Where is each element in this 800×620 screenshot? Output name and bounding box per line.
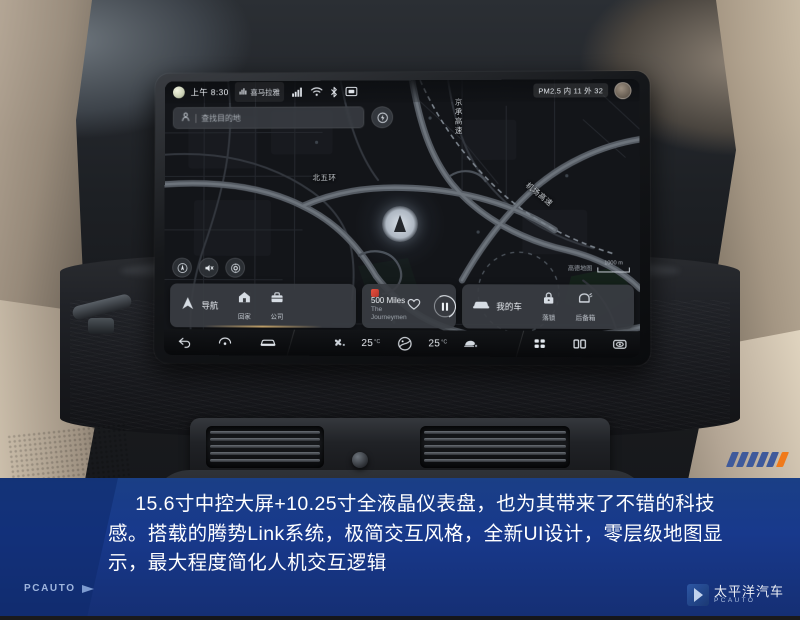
temp-right-unit: °C	[441, 338, 448, 345]
shortcut-trunk[interactable]: 后备箱	[575, 292, 596, 322]
favorite-button[interactable]	[406, 297, 421, 316]
shortcut-company[interactable]: 公司	[271, 291, 284, 321]
compass-north-icon[interactable]	[172, 257, 192, 278]
pcauto-brand-text: PCAUTO	[24, 583, 76, 594]
car-primary[interactable]: 我的车	[472, 297, 522, 315]
nav-left-group	[164, 329, 290, 356]
split-screen-icon[interactable]	[573, 338, 586, 350]
shortcut-trunk-label: 后备箱	[575, 314, 596, 322]
play-pause-button[interactable]	[433, 295, 456, 318]
search-input[interactable]: 查找目的地	[172, 106, 365, 129]
fan-left-icon[interactable]	[332, 337, 346, 349]
shortcut-lock[interactable]: 落锁	[542, 291, 556, 322]
media-artist: The Journeymen	[370, 305, 407, 322]
watermark: 太平洋汽车 PCAUTO	[686, 584, 784, 606]
cellular-signal-icon	[291, 87, 304, 97]
map-label-north-5th-ring: 北五环	[312, 173, 337, 183]
status-bar: 上午 8:30 喜马拉雅 PM2.5 内 11 外 32	[165, 78, 640, 104]
nav-label: 导航	[201, 300, 219, 311]
car-icon[interactable]	[260, 337, 277, 349]
climate-auto-icon[interactable]	[396, 335, 412, 351]
climate-group: 25 °C 25 °C	[291, 330, 519, 357]
home-icon	[238, 291, 251, 309]
climate-temp-right[interactable]: 25 °C	[428, 338, 447, 349]
shortcut-lock-label: 落锁	[542, 314, 556, 322]
navigation-arrow-icon	[180, 295, 196, 316]
status-icons	[291, 86, 357, 97]
arrow-icon	[81, 584, 94, 593]
watermark-text-group: 太平洋汽车 PCAUTO	[714, 585, 784, 605]
vent-knob	[352, 452, 368, 468]
map-locate-icon[interactable]	[225, 257, 246, 278]
search-placeholder: 查找目的地	[201, 113, 241, 123]
shortcut-company-label: 公司	[270, 313, 284, 321]
pcauto-logo-icon	[686, 584, 709, 606]
cast-icon	[345, 87, 357, 97]
status-time: 上午 8:30	[190, 87, 229, 98]
dock-card-my-car[interactable]: 我的车 落锁 后备箱	[462, 284, 635, 330]
status-right-group: PM2.5 内 11 外 32	[533, 81, 632, 100]
media-text-group: 500 Miles The Journeymen	[371, 296, 407, 323]
photo-scene: 北五环 京承高速 机场高速 上午 8:30 喜马拉雅 PM2.5 内 11 外 …	[0, 0, 800, 620]
map-controls	[172, 257, 246, 278]
map-attribution: 高德地图	[567, 266, 593, 273]
scale-ruler: 1000 m	[597, 260, 630, 273]
status-app-chip[interactable]: 喜马拉雅	[234, 81, 284, 103]
watermark-cn: 太平洋汽车	[713, 583, 784, 599]
media-title: 500 Miles	[370, 295, 406, 305]
map-scale-bar: 高德地图 1000 m	[567, 260, 630, 273]
search-row: 查找目的地	[172, 106, 394, 129]
apps-grid-icon[interactable]	[534, 338, 547, 350]
camera-360-icon[interactable]	[613, 338, 627, 350]
shortcut-home[interactable]: 回家	[238, 291, 251, 321]
caption-text: 15.6寸中控大屏+10.25寸全液晶仪表盘，也为其带来了不错的科技感。搭载的腾…	[108, 493, 723, 575]
album-art-thumb	[370, 288, 379, 298]
climate-temp-left[interactable]: 25 °C	[361, 338, 380, 349]
voice-assistant-icon[interactable]	[371, 106, 394, 129]
dock-card-media[interactable]: 500 Miles The Journeymen	[361, 283, 457, 329]
nav-right-group	[520, 331, 640, 358]
infotainment-screen[interactable]: 北五环 京承高速 机场高速 上午 8:30 喜马拉雅 PM2.5 内 11 外 …	[163, 78, 641, 358]
air-vent-left	[206, 426, 324, 468]
audio-wave-icon	[238, 83, 247, 101]
bottom-nav-bar: 25 °C 25 °C	[163, 329, 641, 358]
shortcut-home-label: 回家	[237, 313, 251, 321]
pcauto-brand-mark: PCAUTO	[24, 583, 94, 594]
fan-right-icon[interactable]	[463, 337, 478, 349]
moon-icon	[172, 86, 185, 99]
home-icon[interactable]	[219, 336, 233, 348]
dock: 导航 回家 公司 500 Miles The Journeymen 我的车 落锁…	[169, 283, 635, 330]
steering-wheel-button	[88, 318, 114, 334]
air-quality-chip[interactable]: PM2.5 内 11 外 32	[533, 83, 609, 98]
avatar[interactable]	[614, 81, 632, 99]
dock-card-navigation[interactable]: 导航 回家 公司	[169, 283, 357, 328]
air-vent-right	[420, 426, 570, 468]
map-volume-icon[interactable]	[198, 257, 219, 278]
back-icon[interactable]	[178, 336, 192, 348]
nav-primary[interactable]: 导航	[180, 295, 218, 316]
status-app-name: 喜马拉雅	[250, 87, 280, 97]
caption-bar: 15.6寸中控大屏+10.25寸全液晶仪表盘，也为其带来了不错的科技感。搭载的腾…	[0, 452, 800, 616]
wifi-icon	[310, 87, 322, 97]
temp-right-value: 25	[428, 337, 441, 349]
search-divider	[195, 113, 197, 123]
vehicle-position-marker	[382, 205, 418, 242]
briefcase-icon	[271, 291, 284, 309]
person-pin-icon	[181, 109, 191, 127]
bluetooth-icon	[329, 86, 338, 97]
media-controls	[406, 295, 456, 318]
trunk-icon	[578, 292, 592, 310]
temp-left-value: 25	[361, 337, 374, 349]
caption-corner-shape	[0, 478, 118, 616]
car-label: 我的车	[496, 301, 522, 312]
lock-icon	[543, 291, 555, 309]
map-label-jingcheng-expressway: 京承高速	[454, 97, 464, 136]
scale-rule-graphic	[597, 267, 630, 273]
scale-value: 1000 m	[604, 260, 623, 267]
watermark-en: PCAUTO	[713, 597, 756, 605]
decorative-stripes	[725, 452, 790, 467]
temp-left-unit: °C	[374, 338, 381, 345]
car-icon	[472, 297, 490, 315]
